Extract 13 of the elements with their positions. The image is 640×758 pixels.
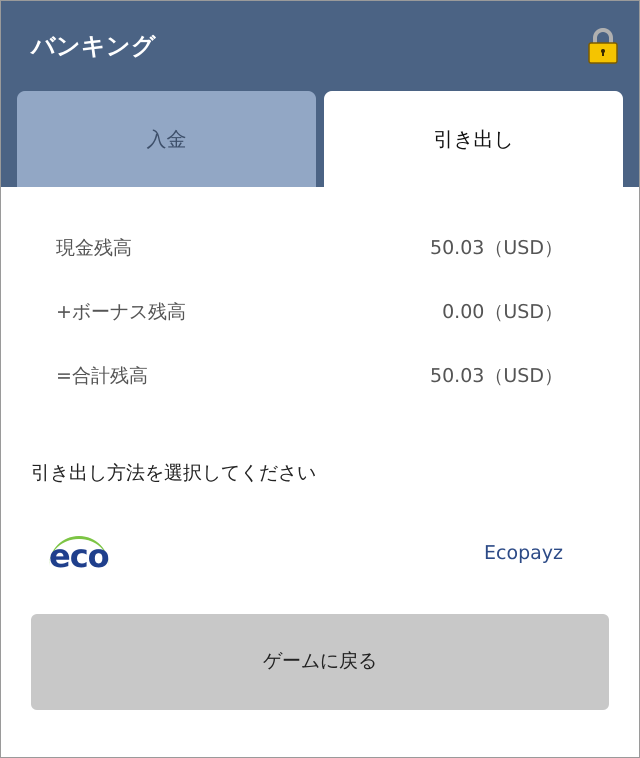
instruction-text: 引き出し方法を選択してください (31, 461, 317, 486)
balance-value: 50.03（USD） (430, 364, 563, 389)
tab[interactable]: 引き出し (324, 91, 623, 187)
payment-logo[interactable]: eco (49, 536, 109, 572)
payment-method-link[interactable]: Ecopayz (484, 539, 563, 568)
balance-value: 50.03（USD） (430, 236, 563, 261)
balance-label: 現金残高 (56, 236, 132, 261)
page-title: バンキング (31, 31, 156, 62)
balance-label: +ボーナス残高 (56, 300, 186, 325)
balance-label: =合計残高 (56, 364, 148, 389)
balance-value: 0.00（USD） (442, 300, 563, 325)
lock-icon[interactable] (587, 28, 619, 64)
back-to-game-button[interactable]: ゲームに戻る (31, 614, 609, 710)
